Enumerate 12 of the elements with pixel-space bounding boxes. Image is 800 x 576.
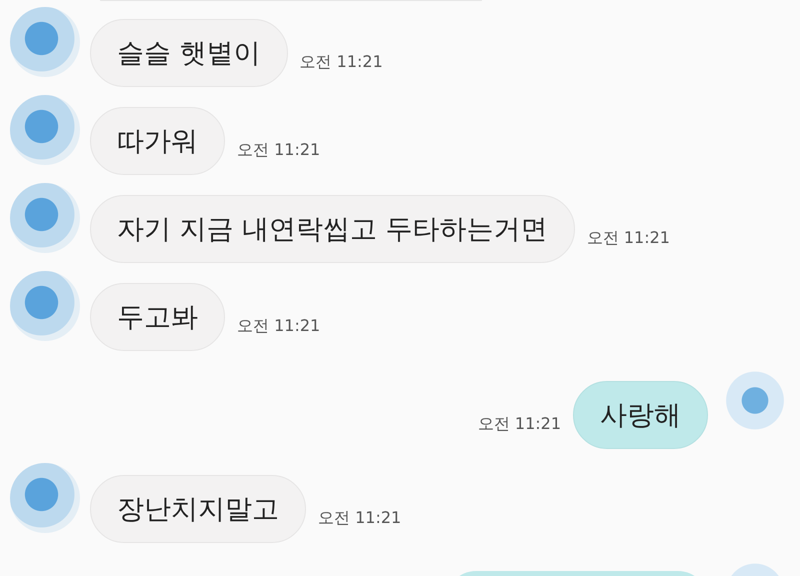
message-time: 오전 11:21	[237, 140, 320, 161]
message-bubble: 두고봐	[90, 283, 225, 351]
message-bubble: 자기 지금 내연락씹고 두타하는거면	[90, 195, 575, 263]
message-time: 오전 11:21	[237, 316, 320, 337]
message-time: 오전 11:21	[318, 508, 402, 529]
message-time: 오전 11:21	[478, 414, 561, 435]
message-bubble: 사랑해	[573, 381, 708, 449]
message-bubble: 따가워	[90, 107, 225, 175]
message-bubble: 슬슬 햇볕이	[90, 19, 288, 87]
message-time: 오전 11:21	[586, 228, 670, 249]
message-time: 오전 11:21	[300, 52, 383, 73]
message-bubble: 장난치지말고	[90, 475, 306, 543]
